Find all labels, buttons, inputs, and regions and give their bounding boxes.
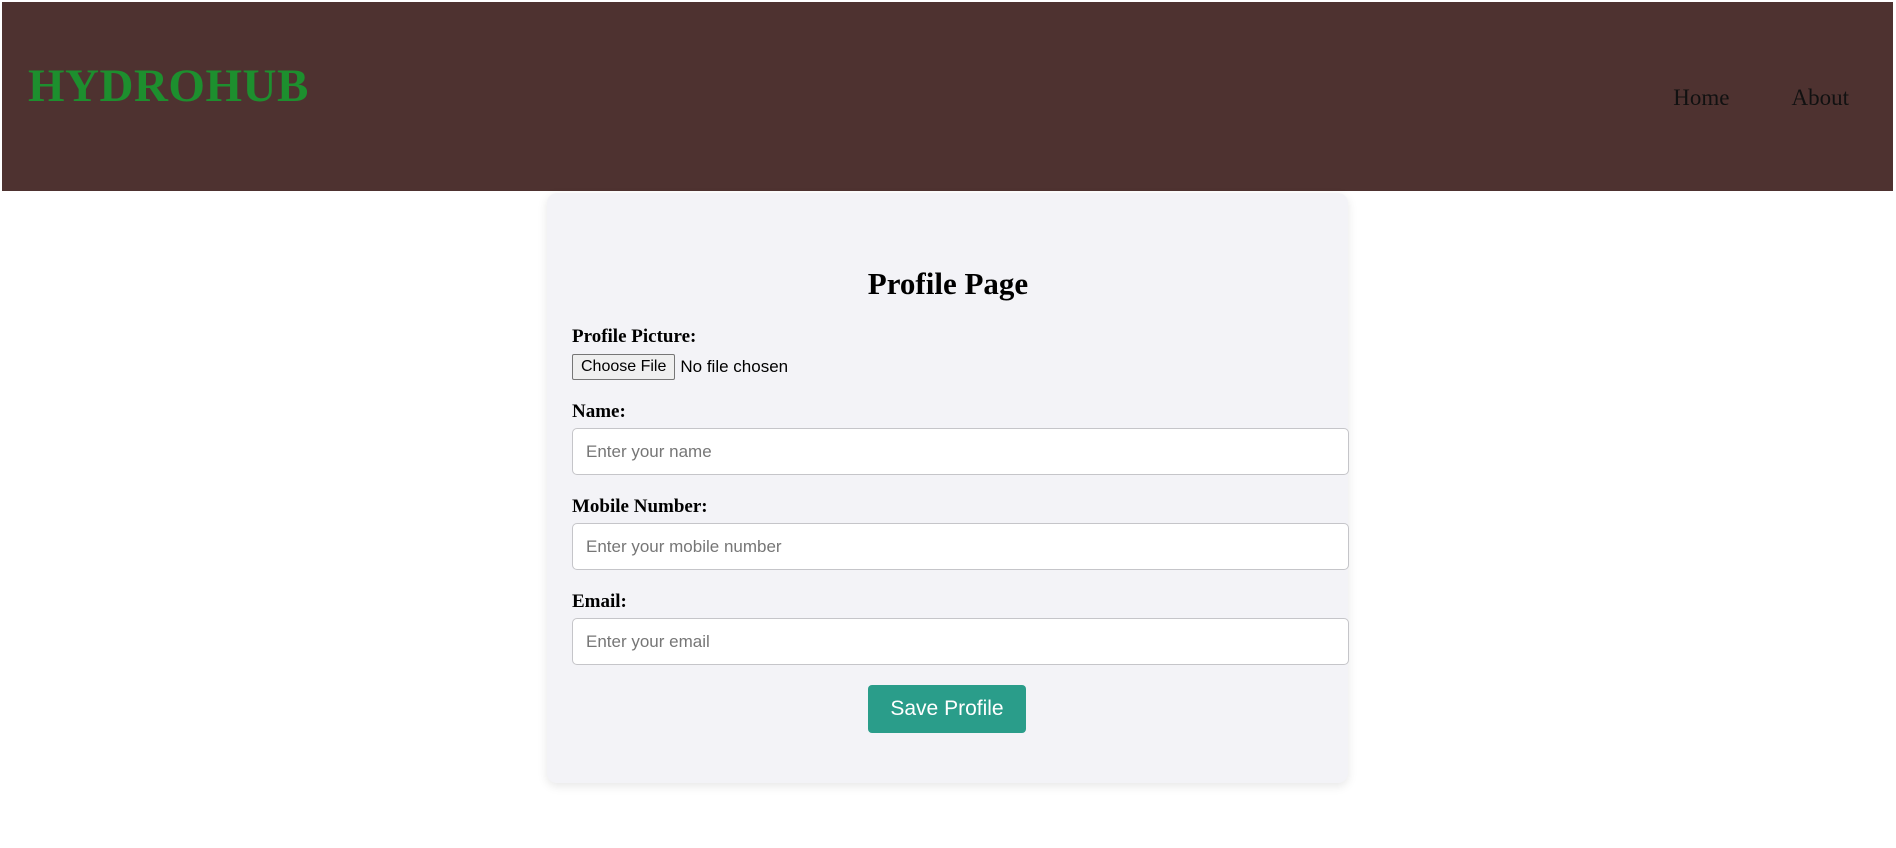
site-header: HYDROHUB Home About bbox=[2, 2, 1893, 191]
choose-file-button[interactable]: Choose File bbox=[572, 354, 676, 380]
nav-link-about[interactable]: About bbox=[1792, 82, 1850, 114]
email-label: Email: bbox=[572, 591, 627, 612]
brand-logo-text[interactable]: HYDROHUB bbox=[28, 56, 309, 116]
page-title: Profile Page bbox=[867, 266, 1029, 301]
email-input[interactable] bbox=[572, 618, 1349, 665]
name-label: Name: bbox=[572, 401, 626, 422]
mobile-number-label: Mobile Number: bbox=[572, 496, 708, 517]
file-status-text: No file chosen bbox=[680, 357, 789, 376]
save-profile-button[interactable]: Save Profile bbox=[868, 685, 1026, 733]
name-input[interactable] bbox=[572, 428, 1349, 475]
main-nav: Home About bbox=[1673, 82, 1849, 114]
profile-picture-file-input: Choose File No file chosen bbox=[572, 354, 788, 380]
nav-link-home[interactable]: Home bbox=[1673, 82, 1729, 114]
profile-picture-label: Profile Picture: bbox=[572, 326, 697, 347]
mobile-number-input[interactable] bbox=[572, 523, 1349, 570]
